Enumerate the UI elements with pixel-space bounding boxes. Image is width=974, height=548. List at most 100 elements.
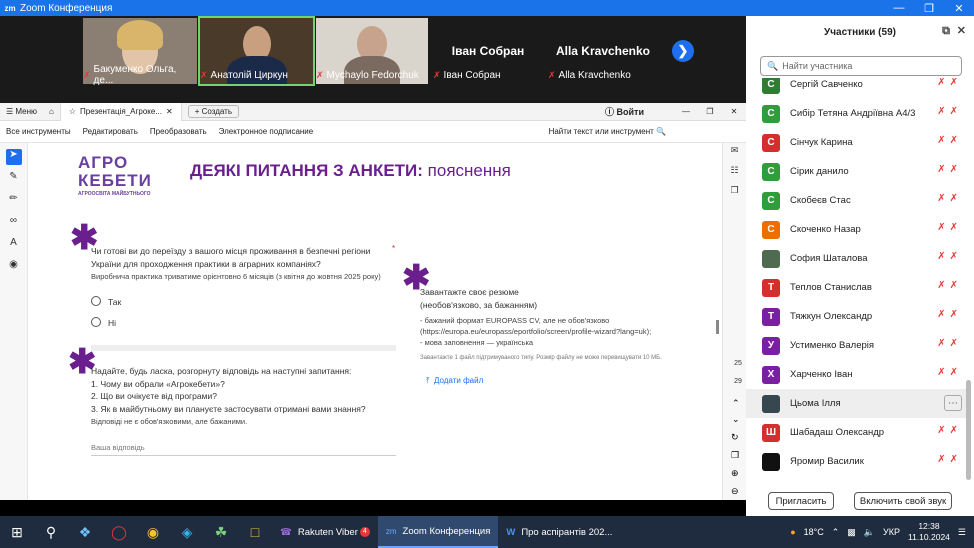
close-tab-icon[interactable]: ✕ [166,107,173,116]
required-mark: * [392,244,396,253]
popout-icon[interactable]: ⧉ [942,25,950,38]
opera-icon[interactable]: ◯ [102,516,136,548]
copilot-icon[interactable]: ❖ [68,516,102,548]
participant-row[interactable]: Т Тяжкун Олександр ✗✗ [746,302,968,331]
language-indicator[interactable]: УКР [883,527,900,537]
esign-menu[interactable]: Электронное подписание [219,127,314,136]
radio-no[interactable] [91,317,101,327]
chrome-icon[interactable]: ◉ [136,516,170,548]
convert-menu[interactable]: Преобразовать [150,127,207,136]
network-icon[interactable]: ▩ [847,527,856,538]
comments-panel-icon[interactable]: ✉ [723,145,746,163]
maximize-button[interactable]: ❐ [698,107,722,116]
muted-mic-video-icon: ✗✗ [937,367,962,378]
page-down-icon[interactable]: ⌄ [732,414,740,425]
clock[interactable]: 12:38 11.10.2024 [908,521,950,543]
menu-button[interactable]: ☰ Меню [0,107,43,116]
more-options-button[interactable]: ⋯ [944,395,962,411]
participant-row[interactable]: С Скобеєв Стас ✗✗ [746,186,968,215]
muted-mic-video-icon: ✗✗ [937,164,962,175]
rotate-icon[interactable]: ↻ [731,432,739,443]
participants-scrollbar[interactable] [966,380,971,480]
participant-row-hovered[interactable]: Цьома Ілля ⋯ [746,389,968,418]
answer-field[interactable]: Ваша відповідь [91,443,145,452]
question-note: Виробнича практика триватиме орієнтовно … [91,272,381,281]
maximize-button[interactable]: ❐ [914,2,944,15]
text-icon[interactable]: A [6,237,22,253]
signin-button[interactable]: ⓘ Войти [605,105,644,118]
add-file-button[interactable]: ⤒ Додати файл [426,376,483,386]
participants-header: Участники (59) ⧉ ✕ [824,24,966,38]
highlight-icon[interactable]: ✏ [6,193,22,209]
search-icon: 🔍 [767,60,779,71]
participants-panel: Участники (59) ⧉ ✕ 🔍 Найти участника С Се… [746,16,974,516]
volume-icon[interactable]: 🔈 [864,527,875,538]
system-tray: ● 18°C ⌃ ▩ 🔈 УКР 12:38 11.10.2024 ☰ [790,521,974,543]
find-tool-search[interactable]: Найти текст или инструмент 🔍 [549,127,666,136]
question-open: Надайте, будь ласка, розгорнуту відповід… [91,366,366,414]
select-cursor-icon[interactable]: ➤ [5,149,22,165]
avatar: С [762,191,780,210]
participant-row[interactable]: Ш Шабадаш Олександр ✗✗ [746,418,968,447]
muted-mic-icon: ✗ [433,69,441,80]
bookmarks-icon[interactable]: ☷ [723,165,746,183]
muted-mic-icon: ✗ [548,69,556,80]
document-scrollbar[interactable] [716,320,719,334]
right-tool-rail: ✉ ☷ ❐ [722,143,746,500]
muted-mic-video-icon: ✗✗ [937,425,962,436]
video-label: ✗ Бакуменко Ольга, де... [83,64,177,86]
create-button[interactable]: + Создать [187,105,240,118]
participant-row[interactable]: С Скоченко Назар ✗✗ [746,215,968,244]
edit-menu[interactable]: Редактировать [83,127,138,136]
video-label: ✗ Alla Kravchenko [548,69,631,81]
invite-button[interactable]: Пригласить [768,492,834,510]
tray-chevron-icon[interactable]: ⌃ [832,527,840,538]
minimize-button[interactable]: — [674,107,698,116]
video-label: ✗ Іван Собран [433,69,501,81]
participant-row[interactable]: С Сергій Савченко ✗✗ [746,78,968,99]
taskbar-zoom[interactable]: zm Zoom Конференция [377,516,499,548]
muted-mic-video-icon: ✗✗ [937,78,962,88]
close-button[interactable]: ✕ [944,2,974,15]
participant-row[interactable]: Т Теплов Станислав ✗✗ [746,273,968,302]
avatar: С [762,162,780,181]
file-explorer-icon[interactable]: □ [238,516,272,548]
participant-row[interactable]: Х Харченко Іван ✗✗ [746,360,968,389]
window-title: Zoom Конференция [20,2,113,14]
zoom-out-icon[interactable]: ⊖ [731,486,739,497]
search-icon[interactable]: ⚲ [34,516,68,548]
close-button[interactable]: ✕ [722,107,746,116]
participant-row[interactable]: София Шаталова ✗✗ [746,244,968,273]
page-number-current: 25 [734,360,742,367]
participant-search-input[interactable]: 🔍 Найти участника [760,56,962,76]
next-videos-arrow-icon[interactable]: ❯ [672,40,694,62]
minimize-button[interactable]: — [884,2,914,14]
stamp-icon[interactable]: ◉ [6,259,22,275]
draw-icon[interactable]: ∞ [6,215,22,231]
unmute-self-button[interactable]: Включить свой звук [854,492,952,510]
participant-row[interactable]: С Сінчук Карина ✗✗ [746,128,968,157]
app-icon[interactable]: ☘ [204,516,238,548]
windows-start-icon[interactable]: ⊞ [0,516,34,548]
taskbar-viber[interactable]: ☎ Rakuten Viber 4 [272,516,378,548]
all-tools-menu[interactable]: Все инструменты [6,127,71,136]
avatar: С [762,133,780,152]
participant-row[interactable]: У Устименко Валерія ✗✗ [746,331,968,360]
edge-icon[interactable]: ◈ [170,516,204,548]
pages-icon[interactable]: ❐ [723,185,746,203]
upload-note: Завантажте 1 файл підтримуваного типу. Р… [420,355,662,361]
document-tab[interactable]: ☆ Презентація_Агроке... ✕ [59,102,182,121]
radio-yes[interactable] [91,296,101,306]
page-up-icon[interactable]: ⌃ [732,398,740,409]
close-panel-icon[interactable]: ✕ [957,24,966,37]
home-icon[interactable]: ⌂ [43,107,60,116]
zoom-in-icon[interactable]: ⊕ [731,468,739,479]
participant-row[interactable]: С Сірик данило ✗✗ [746,157,968,186]
avatar-photo [762,452,780,471]
notifications-icon[interactable]: ☰ [958,527,966,538]
participant-row[interactable]: Яромир Василик ✗✗ [746,447,968,476]
comment-icon[interactable]: ✎ [6,171,22,187]
participant-row[interactable]: С Сибір Тетяна Андріївна А4/3 ✗✗ [746,99,968,128]
copy-icon[interactable]: ❐ [731,450,739,461]
taskbar-word[interactable]: W Про аспірантів 202... [498,516,620,548]
